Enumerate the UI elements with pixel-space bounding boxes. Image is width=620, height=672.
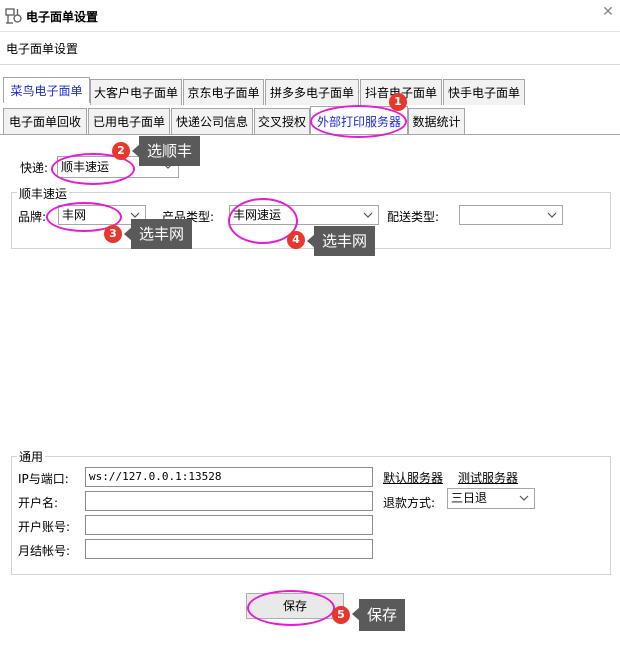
account-name-input[interactable]: [85, 491, 373, 511]
express-label: 快递:: [20, 161, 49, 175]
step-badge-1: 1: [389, 93, 407, 111]
tooltip-select-fengwang-product: 选丰网: [314, 226, 376, 256]
brand-select-value: 丰网: [62, 208, 87, 222]
monthly-account-input[interactable]: [85, 539, 373, 559]
sf-group-title: 顺丰速运: [17, 185, 70, 202]
tab-recycle[interactable]: 电子面单回收: [3, 108, 87, 134]
tab-statistics[interactable]: 数据统计: [408, 108, 465, 134]
tab-big-customer[interactable]: 大客户电子面单: [90, 79, 182, 105]
account-number-label: 开户账号:: [18, 520, 71, 534]
monthly-account-label: 月结帐号:: [18, 544, 71, 558]
delivery-type-select[interactable]: [459, 205, 563, 225]
tooltip-select-fengwang-brand: 选丰网: [131, 219, 193, 249]
tab-express-info[interactable]: 快递公司信息: [171, 108, 253, 134]
tab-kuaishou[interactable]: 快手电子面单: [443, 79, 525, 105]
account-number-input[interactable]: [85, 515, 373, 535]
step-badge-4: 4: [287, 231, 305, 249]
tab-jd[interactable]: 京东电子面单: [183, 79, 264, 105]
settings-app-icon: [5, 7, 23, 25]
ip-port-label: IP与端口:: [18, 472, 69, 486]
general-group-title: 通用: [17, 448, 46, 465]
close-icon[interactable]: ✕: [598, 3, 618, 21]
step-badge-2: 2: [112, 142, 130, 160]
step-badge-5: 5: [332, 606, 350, 624]
product-type-value: 丰网速运: [233, 208, 282, 222]
tooltip-save: 保存: [359, 599, 406, 631]
tab-cross-auth[interactable]: 交叉授权: [254, 108, 310, 134]
refund-method-select[interactable]: 三日退: [447, 488, 535, 509]
test-server-link[interactable]: 测试服务器: [458, 469, 518, 486]
refund-method-value: 三日退: [451, 491, 488, 505]
ip-port-input[interactable]: ws://127.0.0.1:13528: [85, 467, 373, 487]
tab-pdd[interactable]: 拼多多电子面单: [265, 79, 359, 105]
subheader: [0, 32, 620, 65]
step-badge-3: 3: [104, 225, 122, 243]
express-select-value: 顺丰速运: [61, 160, 110, 174]
chevron-down-icon: [547, 212, 557, 218]
refund-method-label: 退款方式:: [383, 496, 436, 510]
tooltip-select-sf: 选顺丰: [139, 136, 201, 166]
tab-external-print-server[interactable]: 外部打印服务器: [310, 106, 408, 135]
delivery-type-label: 配送类型:: [387, 210, 440, 224]
tab-cainiao[interactable]: 菜鸟电子面单: [3, 77, 90, 103]
chevron-down-icon: [519, 495, 529, 501]
chevron-down-icon: [363, 212, 373, 218]
tab-used[interactable]: 已用电子面单: [88, 108, 170, 134]
save-button[interactable]: 保存: [246, 593, 344, 619]
default-server-link[interactable]: 默认服务器: [383, 469, 443, 486]
brand-label: 品牌:: [18, 210, 47, 224]
account-name-label: 开户名:: [18, 496, 59, 510]
product-type-select[interactable]: 丰网速运: [229, 205, 379, 225]
subheader-title: 电子面单设置: [6, 42, 79, 56]
window-title: 电子面单设置: [26, 10, 99, 24]
